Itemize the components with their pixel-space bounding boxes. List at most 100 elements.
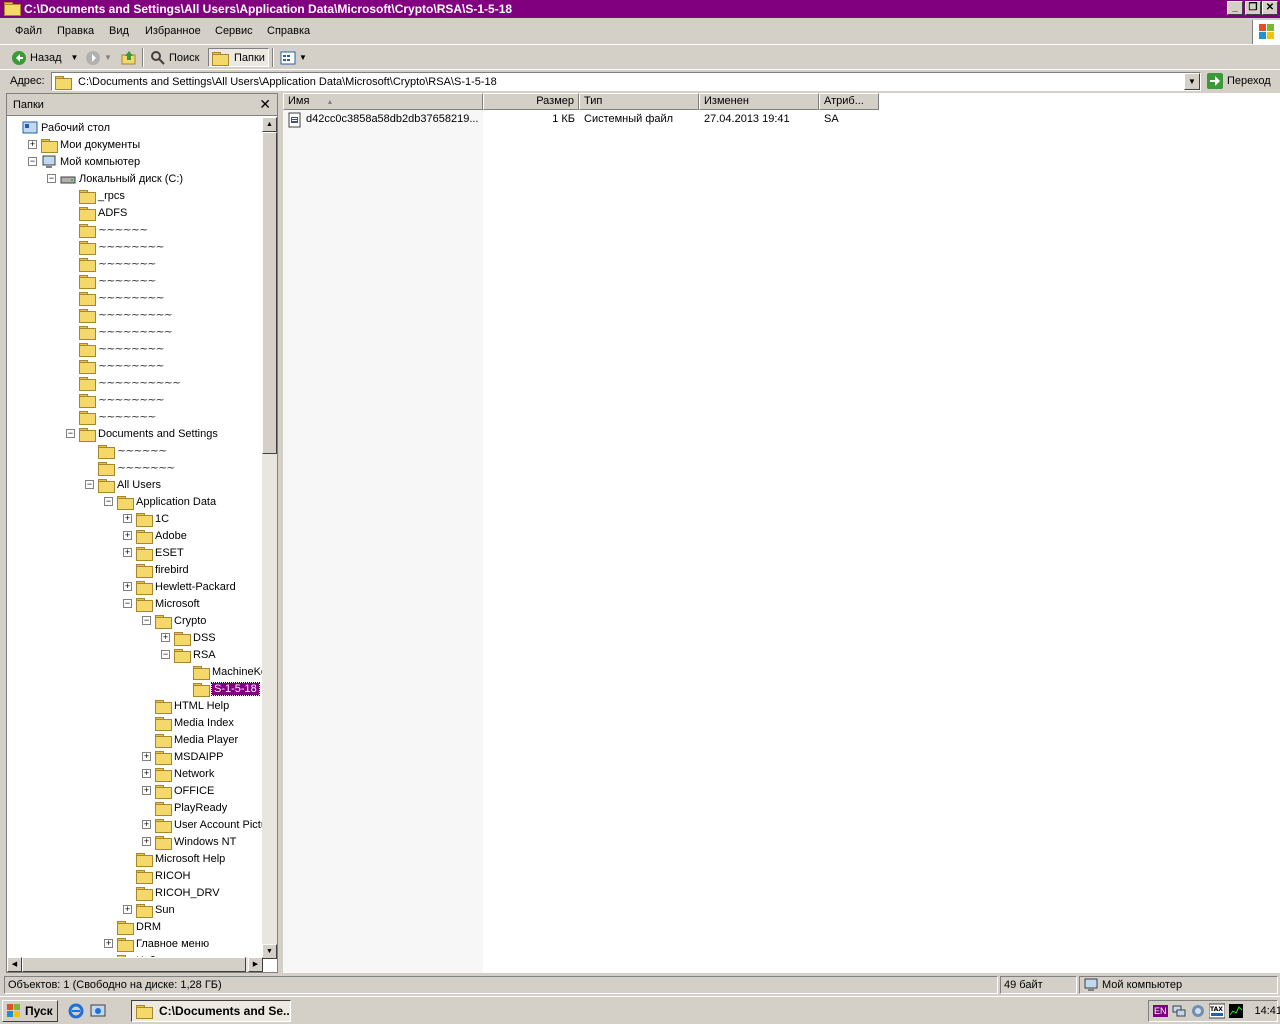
column-header-modified[interactable]: Изменен <box>699 93 819 110</box>
chevron-down-icon[interactable]: ▼ <box>104 53 112 62</box>
tree-item[interactable]: RICOH <box>123 867 190 884</box>
language-indicator[interactable]: EN <box>1153 1005 1168 1017</box>
tree-expander-icon[interactable]: − <box>85 480 94 489</box>
tree-item[interactable]: + Windows NT <box>142 833 236 850</box>
tree-item[interactable]: _rpcs <box>66 187 125 204</box>
tree-item[interactable]: − Application Data <box>104 493 216 510</box>
tree-item[interactable]: + OFFICE <box>142 782 214 799</box>
menu-view[interactable]: Вид <box>109 25 129 37</box>
tree-expander-icon[interactable]: + <box>142 769 151 778</box>
column-header-type[interactable]: Тип <box>579 93 699 110</box>
tree-item[interactable]: Microsoft Help <box>123 850 225 867</box>
tree-expander-icon[interactable]: + <box>123 531 132 540</box>
search-button[interactable]: Поиск <box>147 48 202 67</box>
tree-item[interactable]: + Network <box>142 765 214 782</box>
tree-expander-icon[interactable]: + <box>161 633 170 642</box>
tree-item[interactable]: MachineKeys <box>180 663 263 680</box>
tree-item[interactable]: ~~~~~~~~ <box>66 357 165 374</box>
chevron-down-icon[interactable]: ▼ <box>71 53 79 62</box>
tree-item[interactable]: Media Index <box>142 714 234 731</box>
tree-item[interactable]: + Главное меню <box>104 935 209 952</box>
views-button[interactable]: ▼ <box>277 48 310 67</box>
tree-item[interactable]: ~~~~~~~ <box>66 272 157 289</box>
tree-expander-icon[interactable]: + <box>123 514 132 523</box>
taskbar-item-explorer[interactable]: C:\Documents and Se... <box>131 1000 291 1022</box>
tree-expander-icon[interactable]: + <box>123 905 132 914</box>
tree-item[interactable]: ~~~~~~~ <box>85 459 176 476</box>
tree-item[interactable]: − Локальный диск (C:) <box>47 170 183 187</box>
tree-item[interactable]: + Hewlett-Packard <box>123 578 236 595</box>
tree-item[interactable]: − RSA <box>161 646 216 663</box>
tree-item[interactable]: HTML Help <box>142 697 229 714</box>
tree-item[interactable]: − Мой компьютер <box>28 153 140 170</box>
close-icon[interactable]: ✕ <box>259 96 271 113</box>
tree-expander-icon[interactable]: + <box>142 820 151 829</box>
forward-button[interactable]: ▼ <box>82 48 115 67</box>
tree-expander-icon[interactable]: − <box>28 157 37 166</box>
tax-icon[interactable]: TAX <box>1208 1003 1225 1019</box>
column-header-size[interactable]: Размер <box>483 93 579 110</box>
address-dropdown-button[interactable]: ▼ <box>1184 73 1200 90</box>
column-header-attributes[interactable]: Атриб... <box>819 93 879 110</box>
tree-item[interactable]: ~~~~~~~~~~ <box>66 374 181 391</box>
up-folder-button[interactable] <box>118 48 140 67</box>
tree-item[interactable]: ~~~~~~~~ <box>66 391 165 408</box>
tree-item[interactable]: + Adobe <box>123 527 187 544</box>
tree-item[interactable]: DRM <box>104 918 161 935</box>
tree-item[interactable]: PlayReady <box>142 799 227 816</box>
minimize-button[interactable]: _ <box>1227 1 1243 15</box>
maximize-button[interactable]: ❐ <box>1245 1 1261 15</box>
tree-expander-icon[interactable]: + <box>142 752 151 761</box>
start-button[interactable]: Пуск <box>2 1000 58 1022</box>
tree-expander-icon[interactable]: − <box>104 497 113 506</box>
tree-item[interactable]: ADFS <box>66 204 127 221</box>
tree-expander-icon[interactable]: − <box>66 429 75 438</box>
tree-expander-icon[interactable]: + <box>142 786 151 795</box>
tree-horizontal-scrollbar[interactable]: ◀ ▶ <box>7 957 263 972</box>
scroll-right-button[interactable]: ▶ <box>248 957 263 972</box>
tree-item[interactable]: + ESET <box>123 544 184 561</box>
menu-tools[interactable]: Сервис <box>215 25 253 37</box>
tree-item[interactable]: + MSDAIPP <box>142 748 224 765</box>
tree-item[interactable]: ~~~~~~~ <box>66 255 157 272</box>
tree-expander-icon[interactable]: − <box>47 174 56 183</box>
tree-item[interactable]: ~~~~~~~~~ <box>66 306 173 323</box>
tree-item[interactable]: − Documents and Settings <box>66 425 218 442</box>
scroll-thumb[interactable] <box>22 957 246 972</box>
tree-expander-icon[interactable]: + <box>28 140 37 149</box>
tree-item[interactable]: + Sun <box>123 901 175 918</box>
scroll-left-button[interactable]: ◀ <box>7 957 22 972</box>
antivirus-icon[interactable] <box>1190 1003 1206 1019</box>
tree-item[interactable]: + Мои документы <box>28 136 140 153</box>
tree-item-selected[interactable]: S-1-5-18 <box>180 680 260 697</box>
tree-item[interactable]: ~~~~~~~~~ <box>66 323 173 340</box>
tree-item[interactable]: + User Account Pictures <box>142 816 263 833</box>
tree-expander-icon[interactable]: − <box>142 616 151 625</box>
address-input[interactable]: C:\Documents and Settings\All Users\Appl… <box>51 72 1201 91</box>
tree-vertical-scrollbar[interactable]: ▲ ▼ <box>262 117 277 959</box>
network-icon[interactable] <box>1171 1003 1187 1019</box>
tree-item[interactable]: ~~~~~~~~ <box>66 238 165 255</box>
column-header-name[interactable]: Имя ▲ <box>283 93 483 110</box>
tree-item[interactable]: ~~~~~~~~ <box>66 340 165 357</box>
scroll-up-button[interactable]: ▲ <box>262 117 277 132</box>
go-button[interactable]: Переход <box>1207 71 1271 91</box>
tree-item[interactable]: firebird <box>123 561 189 578</box>
tree-item[interactable]: + DSS <box>161 629 216 646</box>
tree-expander-icon[interactable]: + <box>123 548 132 557</box>
tree-item[interactable]: ~~~~~~~ <box>66 408 157 425</box>
tree-expander-icon[interactable]: + <box>142 837 151 846</box>
tree-item[interactable]: +1C <box>123 510 169 527</box>
menu-favorites[interactable]: Избранное <box>145 25 201 37</box>
tree-item[interactable]: − Crypto <box>142 612 206 629</box>
chevron-down-icon[interactable]: ▼ <box>299 53 307 62</box>
tree-item[interactable]: ~~~~~~~~ <box>66 289 165 306</box>
tree-expander-icon[interactable]: + <box>104 939 113 948</box>
tree-expander-icon[interactable]: + <box>123 582 132 591</box>
tree-expander-icon[interactable]: − <box>123 599 132 608</box>
close-button[interactable]: ✕ <box>1262 1 1278 15</box>
back-button[interactable]: Назад ▼ <box>8 48 81 67</box>
menu-file[interactable]: Файл <box>15 25 42 37</box>
menu-help[interactable]: Справка <box>267 25 310 37</box>
tree-item[interactable]: Рабочий стол <box>9 119 110 136</box>
